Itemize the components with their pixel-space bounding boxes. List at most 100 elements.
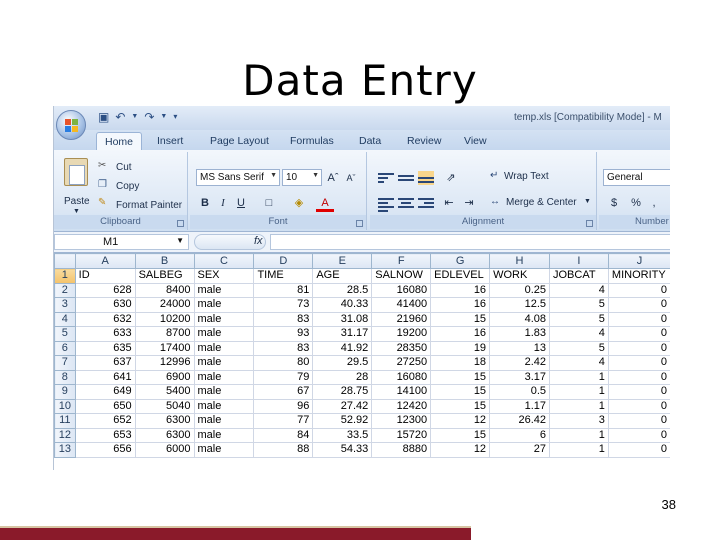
cell[interactable]: 40.33	[312, 297, 373, 313]
cell[interactable]: 19	[430, 340, 491, 356]
cell[interactable]: AGE	[312, 268, 373, 284]
tab-page-layout[interactable]: Page Layout	[210, 135, 269, 147]
font-family-select[interactable]: MS Sans Serif ▼	[196, 169, 280, 186]
cell[interactable]: 12996	[134, 355, 195, 371]
cell[interactable]: 0	[607, 355, 670, 371]
cell[interactable]: 1	[549, 442, 609, 458]
orientation-icon[interactable]: ⇗	[442, 169, 460, 187]
cell[interactable]: 8700	[134, 326, 195, 342]
cell[interactable]: 93	[253, 326, 314, 342]
align-center-icon[interactable]	[398, 196, 414, 210]
cell[interactable]: 12420	[371, 398, 432, 414]
chevron-down-icon[interactable]: ▼	[131, 110, 138, 124]
cell[interactable]: 656	[74, 442, 136, 458]
row-header[interactable]: 5	[54, 326, 76, 342]
column-header[interactable]: A	[74, 253, 136, 269]
cell[interactable]: 652	[74, 413, 136, 429]
cell[interactable]: 8880	[371, 442, 432, 458]
chevron-down-icon[interactable]: ▼	[584, 198, 591, 205]
cell[interactable]: 27250	[371, 355, 432, 371]
increase-indent-icon[interactable]: ⇥	[460, 194, 478, 212]
cell[interactable]: EDLEVEL	[430, 268, 491, 284]
cell[interactable]: SEX	[193, 268, 255, 284]
cell[interactable]: 1	[549, 384, 609, 400]
cell[interactable]: male	[193, 340, 255, 356]
cell[interactable]: 79	[253, 369, 314, 385]
dialog-launcher-icon[interactable]	[586, 220, 593, 227]
cell[interactable]: male	[193, 384, 255, 400]
cell[interactable]: WORK	[489, 268, 550, 284]
dialog-launcher-icon[interactable]	[356, 220, 363, 227]
tab-home[interactable]: Home	[96, 132, 143, 150]
office-button[interactable]	[56, 110, 86, 140]
cell[interactable]: 6900	[134, 369, 195, 385]
cell[interactable]: 88	[253, 442, 314, 458]
comma-button[interactable]: ,	[645, 194, 663, 212]
insert-function-button[interactable]: fx	[254, 235, 263, 247]
cell[interactable]: 5	[549, 311, 609, 327]
cell[interactable]: 0	[607, 384, 670, 400]
cell[interactable]: 12300	[371, 413, 432, 429]
column-header[interactable]: F	[371, 253, 432, 269]
cell[interactable]: 15	[430, 369, 491, 385]
row-header[interactable]: 10	[54, 398, 76, 414]
cut-button[interactable]: Cut	[116, 162, 132, 173]
italic-button[interactable]: I	[214, 194, 232, 212]
font-color-icon[interactable]: A	[316, 194, 334, 212]
cell[interactable]: 83	[253, 311, 314, 327]
cell[interactable]: 632	[74, 311, 136, 327]
row-header[interactable]: 11	[54, 413, 76, 429]
cell[interactable]: 29.5	[312, 355, 373, 371]
cell[interactable]: 15	[430, 311, 491, 327]
cell[interactable]: 15	[430, 427, 491, 443]
cell[interactable]: 641	[74, 369, 136, 385]
cell[interactable]: 0	[607, 311, 670, 327]
cell[interactable]: 17400	[134, 340, 195, 356]
cell[interactable]: 4	[549, 282, 609, 298]
column-header[interactable]: B	[134, 253, 195, 269]
cell[interactable]: 0	[607, 398, 670, 414]
row-header[interactable]: 3	[54, 297, 76, 313]
cell[interactable]: male	[193, 369, 255, 385]
cell[interactable]: 4	[549, 355, 609, 371]
cell[interactable]: 41400	[371, 297, 432, 313]
shrink-font-icon[interactable]: Aˇ	[342, 169, 360, 187]
cell[interactable]: 6300	[134, 413, 195, 429]
save-icon[interactable]: ▣	[98, 110, 109, 124]
cell[interactable]: 0.25	[489, 282, 550, 298]
column-header[interactable]: G	[430, 253, 491, 269]
cell[interactable]: 12	[430, 442, 491, 458]
cell[interactable]: 5	[549, 297, 609, 313]
tab-review[interactable]: Review	[407, 135, 441, 147]
cell[interactable]: 10200	[134, 311, 195, 327]
percent-button[interactable]: %	[627, 194, 645, 212]
cell[interactable]: 3	[549, 413, 609, 429]
column-header[interactable]: C	[193, 253, 255, 269]
cell[interactable]: ID	[74, 268, 136, 284]
cell[interactable]: 27.42	[312, 398, 373, 414]
merge-center-button[interactable]: Merge & Center	[506, 197, 577, 208]
cell[interactable]: 1.83	[489, 326, 550, 342]
cell[interactable]: 637	[74, 355, 136, 371]
align-middle-icon[interactable]	[398, 171, 414, 185]
cell[interactable]: 3.17	[489, 369, 550, 385]
cell[interactable]: SALBEG	[134, 268, 195, 284]
column-header[interactable]: H	[489, 253, 550, 269]
tab-data[interactable]: Data	[359, 135, 381, 147]
cell[interactable]: male	[193, 398, 255, 414]
number-format-select[interactable]: General	[603, 169, 670, 186]
column-header[interactable]: E	[312, 253, 373, 269]
align-top-icon[interactable]	[378, 171, 394, 185]
cell[interactable]: 1	[549, 427, 609, 443]
cell[interactable]: 0.5	[489, 384, 550, 400]
paste-icon[interactable]	[64, 158, 88, 186]
cell[interactable]: 15	[430, 384, 491, 400]
cell[interactable]: 13	[489, 340, 550, 356]
cell[interactable]: 5	[549, 340, 609, 356]
cell[interactable]: 77	[253, 413, 314, 429]
bold-button[interactable]: B	[196, 194, 214, 212]
cell[interactable]: 15	[430, 398, 491, 414]
grow-font-icon[interactable]: Aˆ	[324, 169, 342, 187]
cell[interactable]: 73	[253, 297, 314, 313]
align-left-icon[interactable]	[378, 196, 394, 212]
